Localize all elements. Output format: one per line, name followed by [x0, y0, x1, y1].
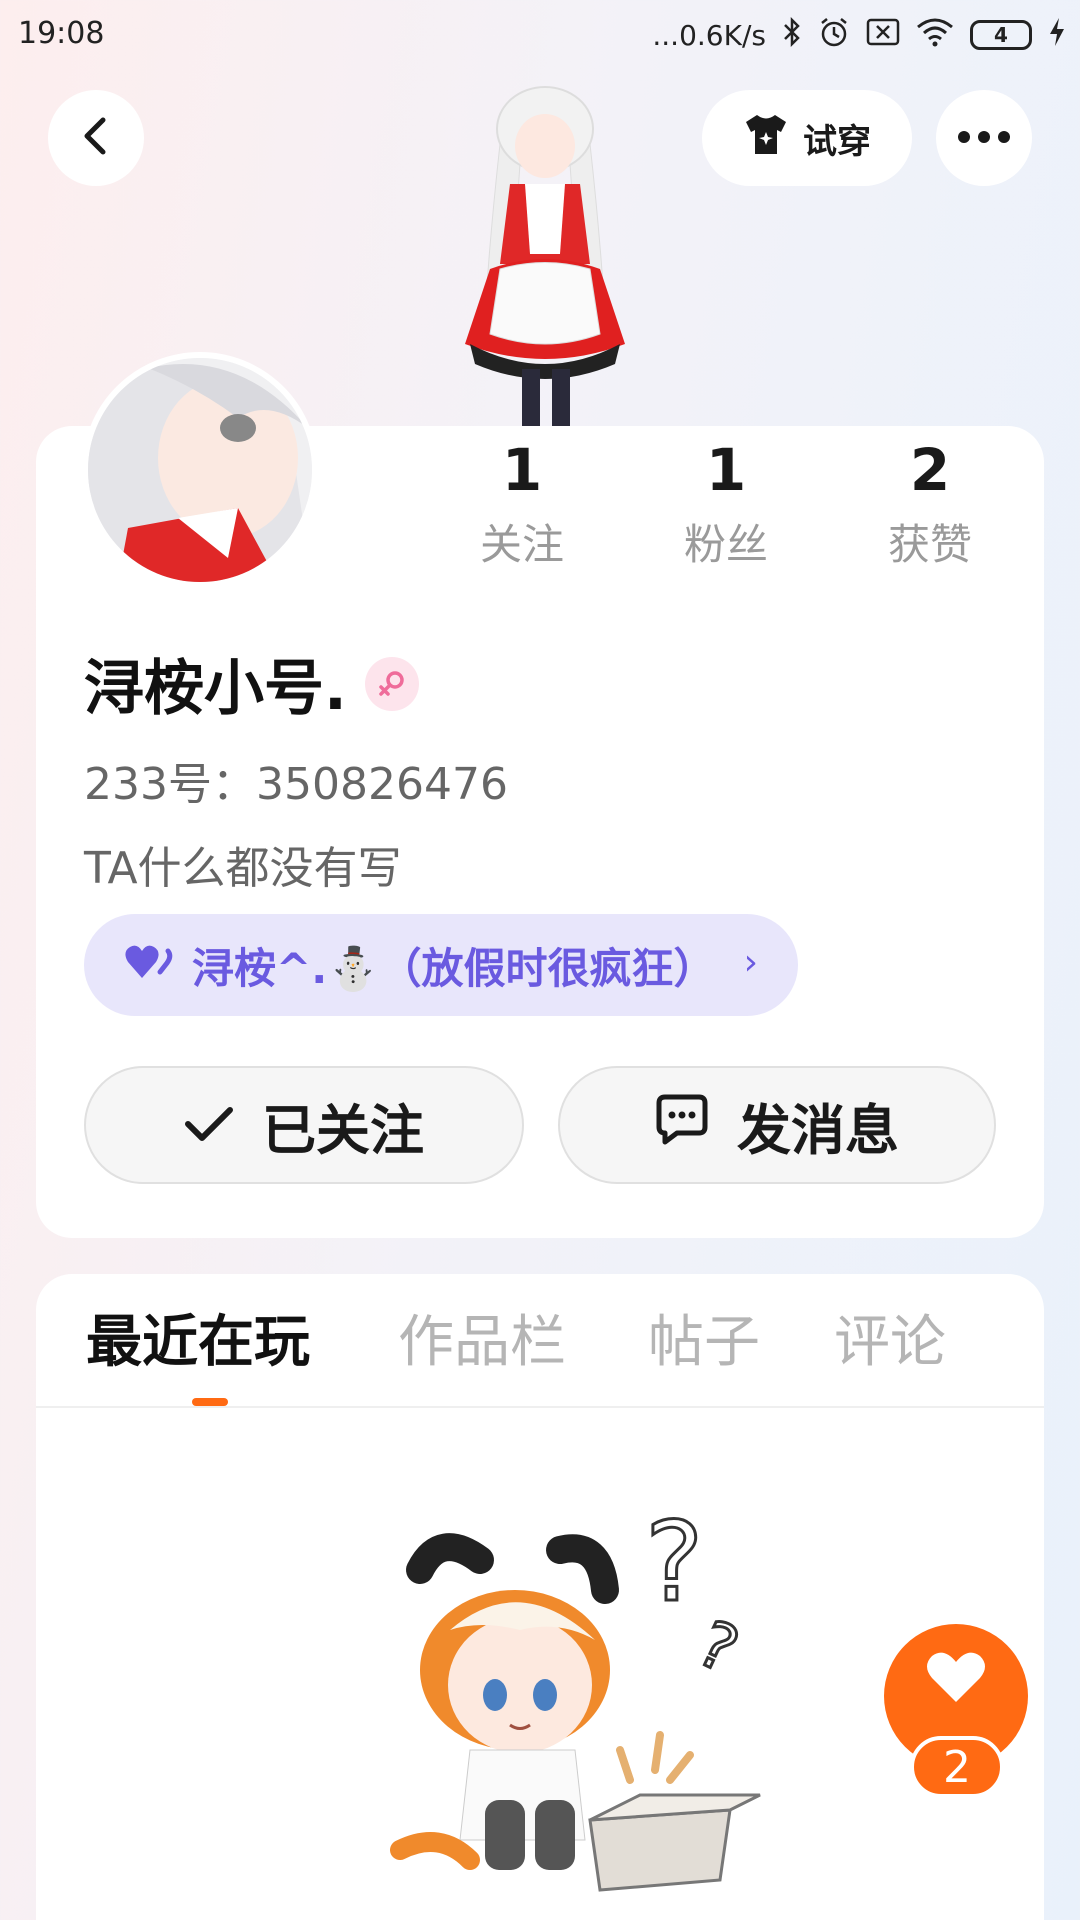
tab-recently-played[interactable]: 最近在玩: [86, 1306, 310, 1380]
double-heart-icon: [124, 941, 174, 990]
stat-fans-label: 粉丝: [683, 520, 768, 569]
shirt-icon: [743, 112, 789, 165]
username: 浔桉小号.: [84, 654, 347, 724]
like-count-badge: 2: [910, 1736, 1004, 1798]
sim-off-icon: [866, 18, 900, 53]
more-dots-icon: [957, 129, 1011, 148]
character-figure[interactable]: [430, 84, 660, 429]
chevron-right-icon: ›: [743, 942, 758, 983]
followed-button[interactable]: 已关注: [84, 1066, 524, 1184]
avatar[interactable]: [82, 352, 318, 588]
user-id: 233号：350826476: [84, 748, 508, 812]
tab-comments[interactable]: 评论: [834, 1306, 946, 1380]
wifi-icon: [916, 17, 954, 54]
stat-fans-value: 1: [705, 436, 747, 504]
bluetooth-icon: [782, 16, 802, 55]
chat-bubble-icon: [655, 1093, 709, 1158]
username-row: 浔桉小号.: [84, 640, 419, 727]
followed-label: 已关注: [262, 1098, 424, 1162]
stat-fans[interactable]: 1 粉丝: [656, 440, 796, 570]
relation-pill[interactable]: 浔桉^.⛄（放假时很疯狂） ›: [84, 914, 798, 1016]
tab-posts[interactable]: 帖子: [648, 1306, 760, 1380]
tab-indicator: [192, 1398, 228, 1406]
tab-works[interactable]: 作品栏: [398, 1306, 566, 1380]
stat-following-label: 关注: [479, 520, 564, 569]
stat-following-value: 1: [501, 436, 543, 504]
relation-label: 浔桉^.⛄（放假时很疯狂）: [192, 943, 716, 993]
female-icon: [364, 656, 419, 711]
stat-likes-value: 2: [909, 436, 951, 504]
stat-likes[interactable]: 2 获赞: [860, 440, 1000, 570]
stat-likes-label: 获赞: [887, 520, 972, 569]
svg-text:?: ?: [645, 1510, 703, 1626]
stat-following[interactable]: 1 关注: [452, 440, 592, 570]
network-speed: ...0.6K/s: [652, 18, 766, 52]
status-time: 19:08: [18, 16, 105, 51]
back-arrow-icon: [79, 116, 113, 160]
user-bio: TA什么都没有写: [84, 843, 402, 894]
message-label: 发消息: [737, 1098, 899, 1162]
user-id-value: 350826476: [255, 759, 508, 810]
check-icon: [184, 1094, 234, 1157]
tab-divider: [36, 1406, 1044, 1408]
alarm-icon: [818, 16, 850, 55]
message-button[interactable]: 发消息: [558, 1066, 996, 1184]
try-on-button[interactable]: 试穿: [702, 90, 912, 186]
heart-icon: [926, 1650, 986, 1708]
user-id-label: 233号：: [84, 759, 256, 810]
back-button[interactable]: [48, 90, 144, 186]
battery-icon: 4: [970, 20, 1032, 50]
status-bar: 19:08 ...0.6K/s 4: [0, 0, 1080, 72]
more-button[interactable]: [936, 90, 1032, 186]
status-icons: ...0.6K/s 4: [652, 14, 1066, 56]
charging-icon: [1048, 17, 1066, 54]
empty-state-illustration: ? ?: [360, 1497, 780, 1910]
try-on-label: 试穿: [803, 121, 871, 162]
